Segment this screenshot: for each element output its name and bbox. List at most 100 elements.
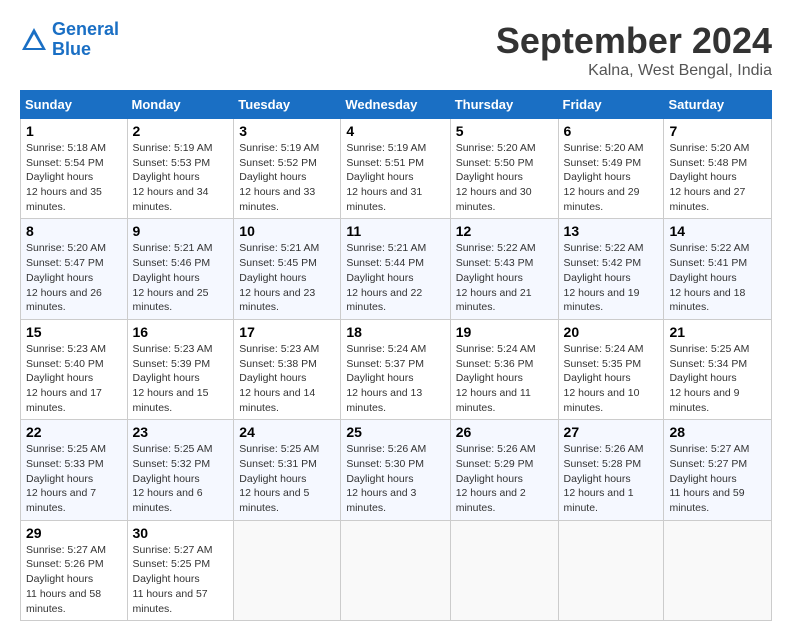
table-row: 21 Sunrise: 5:25 AM Sunset: 5:34 PM Dayl… xyxy=(664,319,772,419)
day-number: 12 xyxy=(456,223,553,239)
table-row: 8 Sunrise: 5:20 AM Sunset: 5:47 PM Dayli… xyxy=(21,219,128,319)
day-info: Sunrise: 5:26 AM Sunset: 5:28 PM Dayligh… xyxy=(564,442,659,515)
logo-line2: Blue xyxy=(52,39,91,59)
day-number: 9 xyxy=(133,223,229,239)
day-number: 5 xyxy=(456,123,553,139)
col-thursday: Thursday xyxy=(450,91,558,119)
day-info: Sunrise: 5:27 AM Sunset: 5:27 PM Dayligh… xyxy=(669,442,766,515)
day-number: 22 xyxy=(26,424,122,440)
day-number: 2 xyxy=(133,123,229,139)
day-number: 26 xyxy=(456,424,553,440)
logo: General Blue xyxy=(20,20,119,60)
day-number: 30 xyxy=(133,525,229,541)
day-number: 14 xyxy=(669,223,766,239)
table-row xyxy=(664,520,772,620)
main-title: September 2024 xyxy=(496,20,772,62)
col-friday: Friday xyxy=(558,91,664,119)
table-row: 28 Sunrise: 5:27 AM Sunset: 5:27 PM Dayl… xyxy=(664,420,772,520)
day-number: 3 xyxy=(239,123,335,139)
day-number: 29 xyxy=(26,525,122,541)
day-number: 17 xyxy=(239,324,335,340)
table-row xyxy=(450,520,558,620)
day-info: Sunrise: 5:25 AM Sunset: 5:31 PM Dayligh… xyxy=(239,442,335,515)
day-info: Sunrise: 5:22 AM Sunset: 5:41 PM Dayligh… xyxy=(669,241,766,314)
table-row: 18 Sunrise: 5:24 AM Sunset: 5:37 PM Dayl… xyxy=(341,319,450,419)
col-wednesday: Wednesday xyxy=(341,91,450,119)
day-info: Sunrise: 5:20 AM Sunset: 5:49 PM Dayligh… xyxy=(564,141,659,214)
calendar-week-row: 29 Sunrise: 5:27 AM Sunset: 5:26 PM Dayl… xyxy=(21,520,772,620)
table-row: 27 Sunrise: 5:26 AM Sunset: 5:28 PM Dayl… xyxy=(558,420,664,520)
day-number: 28 xyxy=(669,424,766,440)
table-row: 3 Sunrise: 5:19 AM Sunset: 5:52 PM Dayli… xyxy=(234,119,341,219)
day-info: Sunrise: 5:20 AM Sunset: 5:50 PM Dayligh… xyxy=(456,141,553,214)
day-number: 20 xyxy=(564,324,659,340)
day-info: Sunrise: 5:27 AM Sunset: 5:25 PM Dayligh… xyxy=(133,543,229,616)
day-number: 4 xyxy=(346,123,444,139)
calendar-table: Sunday Monday Tuesday Wednesday Thursday… xyxy=(20,90,772,621)
calendar-week-row: 8 Sunrise: 5:20 AM Sunset: 5:47 PM Dayli… xyxy=(21,219,772,319)
calendar-week-row: 1 Sunrise: 5:18 AM Sunset: 5:54 PM Dayli… xyxy=(21,119,772,219)
day-info: Sunrise: 5:18 AM Sunset: 5:54 PM Dayligh… xyxy=(26,141,122,214)
day-info: Sunrise: 5:26 AM Sunset: 5:29 PM Dayligh… xyxy=(456,442,553,515)
day-info: Sunrise: 5:20 AM Sunset: 5:48 PM Dayligh… xyxy=(669,141,766,214)
day-number: 27 xyxy=(564,424,659,440)
table-row xyxy=(234,520,341,620)
table-row: 9 Sunrise: 5:21 AM Sunset: 5:46 PM Dayli… xyxy=(127,219,234,319)
table-row: 2 Sunrise: 5:19 AM Sunset: 5:53 PM Dayli… xyxy=(127,119,234,219)
day-info: Sunrise: 5:19 AM Sunset: 5:51 PM Dayligh… xyxy=(346,141,444,214)
day-info: Sunrise: 5:22 AM Sunset: 5:42 PM Dayligh… xyxy=(564,241,659,314)
day-info: Sunrise: 5:22 AM Sunset: 5:43 PM Dayligh… xyxy=(456,241,553,314)
day-number: 11 xyxy=(346,223,444,239)
col-monday: Monday xyxy=(127,91,234,119)
title-block: September 2024 Kalna, West Bengal, India xyxy=(496,20,772,80)
calendar-week-row: 15 Sunrise: 5:23 AM Sunset: 5:40 PM Dayl… xyxy=(21,319,772,419)
table-row: 1 Sunrise: 5:18 AM Sunset: 5:54 PM Dayli… xyxy=(21,119,128,219)
day-info: Sunrise: 5:24 AM Sunset: 5:37 PM Dayligh… xyxy=(346,342,444,415)
day-info: Sunrise: 5:20 AM Sunset: 5:47 PM Dayligh… xyxy=(26,241,122,314)
day-number: 1 xyxy=(26,123,122,139)
table-row: 7 Sunrise: 5:20 AM Sunset: 5:48 PM Dayli… xyxy=(664,119,772,219)
day-number: 8 xyxy=(26,223,122,239)
calendar-week-row: 22 Sunrise: 5:25 AM Sunset: 5:33 PM Dayl… xyxy=(21,420,772,520)
table-row: 26 Sunrise: 5:26 AM Sunset: 5:29 PM Dayl… xyxy=(450,420,558,520)
logo-icon xyxy=(20,26,48,54)
table-row: 17 Sunrise: 5:23 AM Sunset: 5:38 PM Dayl… xyxy=(234,319,341,419)
day-info: Sunrise: 5:25 AM Sunset: 5:34 PM Dayligh… xyxy=(669,342,766,415)
day-number: 7 xyxy=(669,123,766,139)
table-row: 15 Sunrise: 5:23 AM Sunset: 5:40 PM Dayl… xyxy=(21,319,128,419)
day-info: Sunrise: 5:25 AM Sunset: 5:33 PM Dayligh… xyxy=(26,442,122,515)
day-info: Sunrise: 5:26 AM Sunset: 5:30 PM Dayligh… xyxy=(346,442,444,515)
day-number: 15 xyxy=(26,324,122,340)
table-row: 13 Sunrise: 5:22 AM Sunset: 5:42 PM Dayl… xyxy=(558,219,664,319)
table-row: 6 Sunrise: 5:20 AM Sunset: 5:49 PM Dayli… xyxy=(558,119,664,219)
logo-line1: General xyxy=(52,19,119,39)
day-info: Sunrise: 5:25 AM Sunset: 5:32 PM Dayligh… xyxy=(133,442,229,515)
day-number: 21 xyxy=(669,324,766,340)
day-info: Sunrise: 5:23 AM Sunset: 5:39 PM Dayligh… xyxy=(133,342,229,415)
table-row: 24 Sunrise: 5:25 AM Sunset: 5:31 PM Dayl… xyxy=(234,420,341,520)
table-row: 5 Sunrise: 5:20 AM Sunset: 5:50 PM Dayli… xyxy=(450,119,558,219)
day-info: Sunrise: 5:23 AM Sunset: 5:40 PM Dayligh… xyxy=(26,342,122,415)
calendar-header-row: Sunday Monday Tuesday Wednesday Thursday… xyxy=(21,91,772,119)
table-row xyxy=(341,520,450,620)
table-row: 19 Sunrise: 5:24 AM Sunset: 5:36 PM Dayl… xyxy=(450,319,558,419)
day-number: 10 xyxy=(239,223,335,239)
day-info: Sunrise: 5:24 AM Sunset: 5:36 PM Dayligh… xyxy=(456,342,553,415)
day-info: Sunrise: 5:21 AM Sunset: 5:45 PM Dayligh… xyxy=(239,241,335,314)
day-number: 18 xyxy=(346,324,444,340)
day-number: 19 xyxy=(456,324,553,340)
page-header: General Blue September 2024 Kalna, West … xyxy=(20,20,772,80)
table-row: 25 Sunrise: 5:26 AM Sunset: 5:30 PM Dayl… xyxy=(341,420,450,520)
day-number: 25 xyxy=(346,424,444,440)
day-info: Sunrise: 5:27 AM Sunset: 5:26 PM Dayligh… xyxy=(26,543,122,616)
table-row: 16 Sunrise: 5:23 AM Sunset: 5:39 PM Dayl… xyxy=(127,319,234,419)
day-info: Sunrise: 5:19 AM Sunset: 5:53 PM Dayligh… xyxy=(133,141,229,214)
table-row: 10 Sunrise: 5:21 AM Sunset: 5:45 PM Dayl… xyxy=(234,219,341,319)
day-number: 16 xyxy=(133,324,229,340)
day-number: 24 xyxy=(239,424,335,440)
day-info: Sunrise: 5:21 AM Sunset: 5:46 PM Dayligh… xyxy=(133,241,229,314)
day-number: 6 xyxy=(564,123,659,139)
day-info: Sunrise: 5:24 AM Sunset: 5:35 PM Dayligh… xyxy=(564,342,659,415)
col-sunday: Sunday xyxy=(21,91,128,119)
col-tuesday: Tuesday xyxy=(234,91,341,119)
